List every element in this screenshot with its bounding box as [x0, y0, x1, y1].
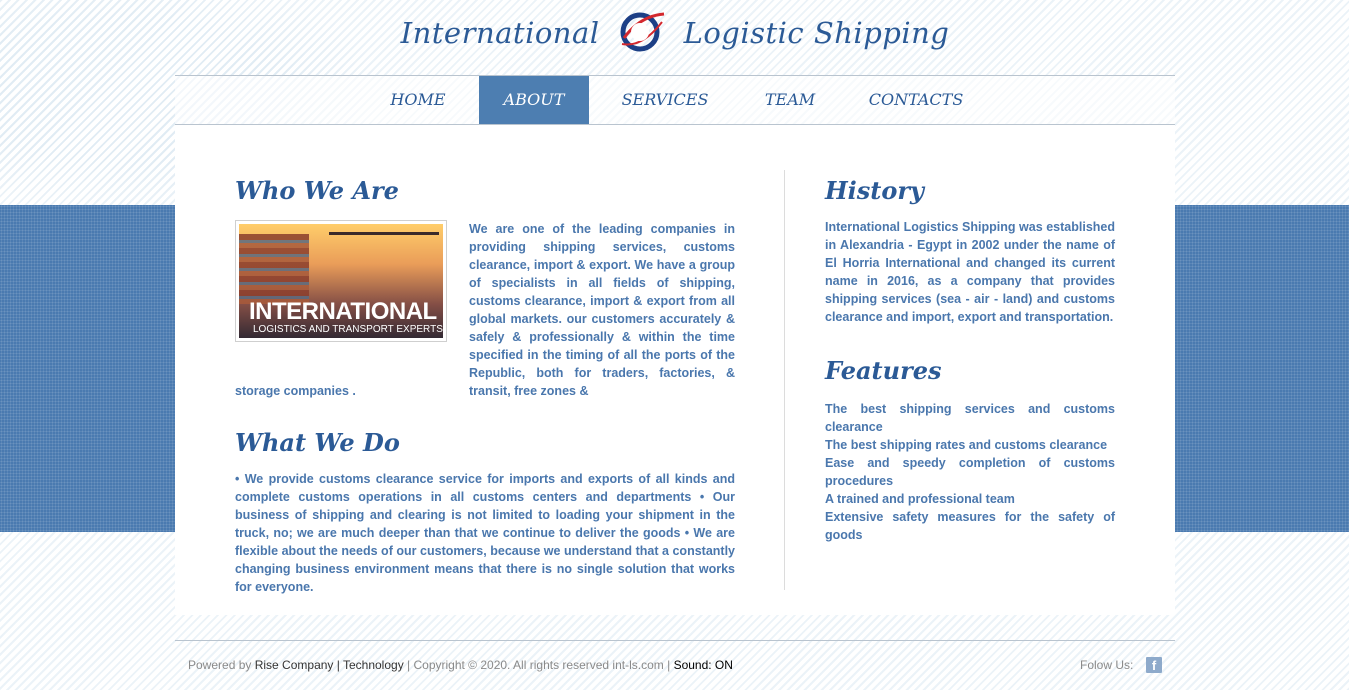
company-link[interactable]: Rise Company | Technology [255, 658, 404, 672]
sound-toggle[interactable]: Sound: ON [674, 658, 733, 672]
facebook-icon[interactable]: f [1146, 657, 1162, 673]
nav-contacts[interactable]: CONTACTS [865, 76, 967, 124]
list-item: A trained and professional team [825, 492, 1015, 506]
site-logo[interactable]: International Logistic Shipping [175, 12, 1175, 58]
photo-caption-sub: LOGISTICS AND TRANSPORT EXPERTS [253, 324, 443, 335]
list-item: The best shipping services and customs c… [825, 402, 1115, 434]
container-stack-graphic [239, 234, 309, 304]
nav-team[interactable]: TEAM [745, 76, 835, 124]
history-heading: History [825, 176, 924, 205]
list-item: Ease and speedy completion of customs pr… [825, 456, 1115, 488]
globe-logo-icon [616, 8, 668, 54]
company-photo: INTERNATIONAL LOGISTICS AND TRANSPORT EX… [235, 220, 447, 342]
features-heading: Features [825, 356, 942, 385]
who-we-are-text: We are one of the leading companies in p… [469, 222, 735, 398]
what-we-do-text: • We provide customs clearance service f… [235, 472, 735, 594]
what-we-do-heading: What We Do [235, 428, 400, 457]
features-list: The best shipping services and customs c… [825, 400, 1115, 544]
nav-home[interactable]: HOME [373, 76, 463, 124]
list-item: The best shipping rates and customs clea… [825, 438, 1108, 452]
brand-left: International [400, 16, 600, 50]
crane-graphic [329, 232, 439, 235]
footer-divider [175, 640, 1175, 641]
copyright-text: | Copyright © 2020. All rights reserved … [403, 658, 674, 672]
footer: Powered by Rise Company | Technology | C… [188, 658, 733, 672]
who-we-are-text-continued: storage companies . [235, 384, 356, 398]
nav-services[interactable]: SERVICES [615, 76, 715, 124]
nav-about[interactable]: ABOUT [479, 76, 589, 124]
history-text: International Logistics Shipping was est… [825, 220, 1115, 324]
site-header: International Logistic Shipping [175, 0, 1175, 76]
brand-right: Logistic Shipping [683, 16, 950, 50]
follow-us-label: Folow Us: [1080, 658, 1134, 672]
main-nav: HOME ABOUT SERVICES TEAM CONTACTS [175, 75, 1175, 125]
who-we-are-heading: Who We Are [235, 176, 399, 205]
column-divider [784, 170, 785, 590]
powered-by-label: Powered by [188, 658, 252, 672]
list-item: Extensive safety measures for the safety… [825, 510, 1115, 542]
photo-caption-main: INTERNATIONAL [249, 298, 437, 325]
content-panel: Who We Are INTERNATIONAL LOGISTICS AND T… [175, 125, 1175, 615]
